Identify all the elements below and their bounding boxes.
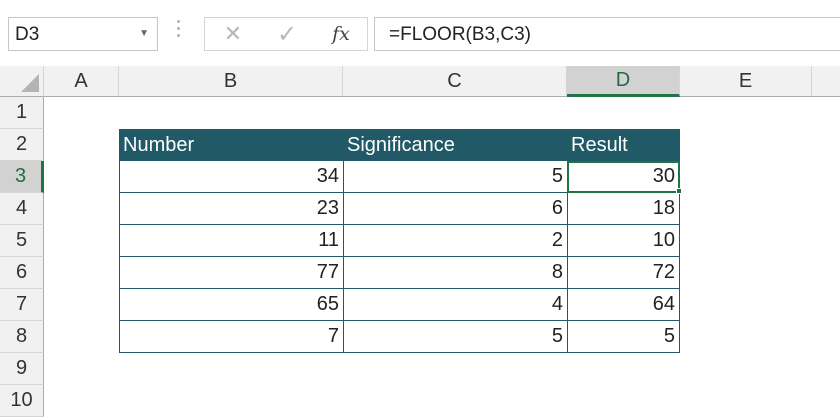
- table-cell[interactable]: 23: [119, 193, 343, 225]
- drag-handle-icon[interactable]: [175, 20, 181, 46]
- formula-text: =FLOOR(B3,C3): [389, 24, 532, 45]
- table-cell[interactable]: 64: [567, 289, 680, 321]
- row-header-3[interactable]: 3: [0, 161, 44, 193]
- row-header-9[interactable]: 9: [0, 353, 44, 385]
- active-cell[interactable]: 30: [567, 161, 680, 193]
- table-cell[interactable]: 2: [343, 225, 567, 257]
- table-cell[interactable]: 10: [567, 225, 680, 257]
- table-cell[interactable]: 8: [343, 257, 567, 289]
- select-all-button[interactable]: [0, 66, 44, 97]
- column-header-f[interactable]: [812, 66, 840, 97]
- table-header-number[interactable]: Number: [119, 129, 343, 161]
- table-header-significance[interactable]: Significance: [343, 129, 567, 161]
- formula-input[interactable]: =FLOOR(B3,C3): [374, 17, 840, 51]
- column-header-b[interactable]: B: [119, 66, 343, 97]
- fill-handle[interactable]: [676, 188, 682, 194]
- insert-function-button[interactable]: fx: [321, 18, 361, 50]
- name-box-value: D3: [15, 24, 40, 45]
- select-all-icon: [21, 74, 39, 92]
- table-cell[interactable]: 77: [119, 257, 343, 289]
- table-cell[interactable]: 11: [119, 225, 343, 257]
- row-header-7[interactable]: 7: [0, 289, 44, 321]
- enter-icon[interactable]: ✓: [267, 18, 307, 50]
- row-header-5[interactable]: 5: [0, 225, 44, 257]
- table-cell[interactable]: 7: [119, 321, 343, 353]
- table-cell[interactable]: 6: [343, 193, 567, 225]
- cancel-icon[interactable]: ✕: [213, 18, 253, 50]
- column-header-c[interactable]: C: [343, 66, 567, 97]
- table-cell[interactable]: 72: [567, 257, 680, 289]
- row-header-6[interactable]: 6: [0, 257, 44, 289]
- table-cell[interactable]: 65: [119, 289, 343, 321]
- table-cell[interactable]: 5: [567, 321, 680, 353]
- formula-buttons: ✕ ✓ fx: [204, 17, 368, 51]
- table-cell[interactable]: 5: [343, 161, 567, 193]
- row-header-10[interactable]: 10: [0, 385, 44, 417]
- column-header-d[interactable]: D: [567, 66, 680, 97]
- column-header-a[interactable]: A: [44, 66, 119, 97]
- row-header-2[interactable]: 2: [0, 129, 44, 161]
- row-header-8[interactable]: 8: [0, 321, 44, 353]
- table-cell[interactable]: 4: [343, 289, 567, 321]
- table-cell[interactable]: 18: [567, 193, 680, 225]
- table-cell[interactable]: 5: [343, 321, 567, 353]
- table-cell[interactable]: 34: [119, 161, 343, 193]
- table-header-result[interactable]: Result: [567, 129, 680, 161]
- row-header-4[interactable]: 4: [0, 193, 44, 225]
- formula-bar-area: D3 ▼ ✕ ✓ fx =FLOOR(B3,C3): [0, 0, 840, 66]
- column-header-e[interactable]: E: [680, 66, 812, 97]
- chevron-down-icon[interactable]: ▼: [139, 28, 149, 39]
- name-box[interactable]: D3 ▼: [8, 17, 158, 51]
- row-header-1[interactable]: 1: [0, 97, 44, 129]
